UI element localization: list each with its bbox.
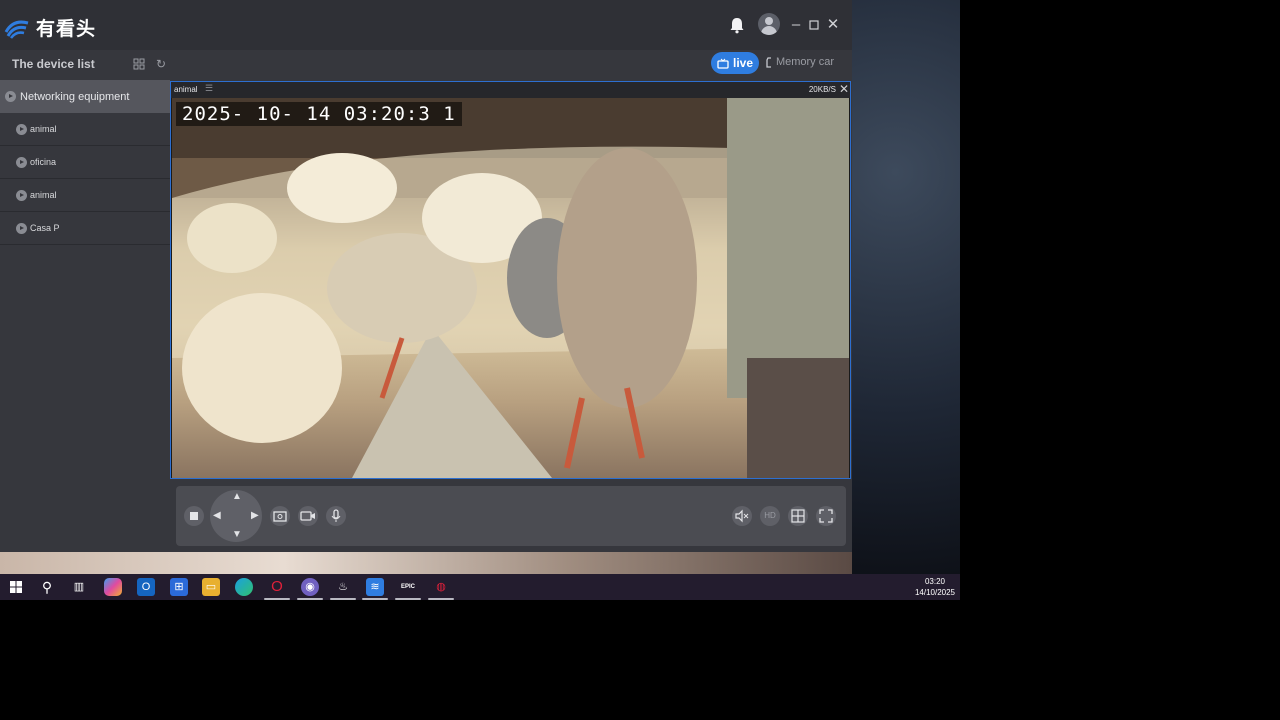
play-icon: [16, 222, 27, 234]
app-logo: 有看头: [4, 14, 96, 41]
fullscreen-button[interactable]: [816, 506, 836, 526]
edge-icon[interactable]: [235, 578, 253, 596]
record-icon: [300, 511, 315, 521]
device-group-networking[interactable]: Networking equipment: [0, 80, 170, 113]
screenshot-button[interactable]: [270, 506, 290, 526]
close-button[interactable]: ✕: [824, 16, 842, 34]
clock-time: 03:20: [924, 577, 946, 586]
osd-timestamp: 2025- 10- 14 03:20:3 1: [176, 102, 462, 126]
device-item-label: animal: [30, 190, 57, 200]
copilot-icon[interactable]: [104, 578, 122, 596]
app-window: 有看头 – ✕ The device list ↻ live Memory ca…: [0, 0, 852, 552]
camera-feed[interactable]: 2025- 10- 14 03:20:3 1: [172, 98, 849, 478]
store-icon[interactable]: ⊞: [170, 578, 188, 596]
channel-name: animal: [174, 85, 198, 94]
microphone-button[interactable]: [326, 506, 346, 526]
hd-button[interactable]: HD: [760, 506, 780, 526]
video-header: animal ☰ 20KB/S ✕: [171, 82, 850, 98]
device-list-title: The device list: [12, 57, 95, 71]
ptz-up-icon[interactable]: ▲: [232, 491, 242, 502]
ptz-dpad[interactable]: ▲ ▼ ◀ ▶: [210, 490, 262, 542]
system-clock[interactable]: 03:20 14/10/2025: [912, 576, 958, 598]
desktop-wallpaper-right: [852, 0, 960, 574]
memory-card-button[interactable]: Memory car: [766, 56, 834, 68]
device-sidebar: Networking equipment animal oficina anim…: [0, 80, 170, 552]
avatar[interactable]: [758, 13, 780, 35]
playback-controls: ▲ ▼ ◀ ▶ HD: [176, 486, 846, 546]
microphone-icon: [331, 509, 341, 522]
screenshot-icon: [273, 511, 287, 522]
outlook-icon[interactable]: O: [137, 578, 155, 596]
discord-icon[interactable]: ◉: [297, 578, 323, 600]
ptz-left-icon[interactable]: ◀: [213, 510, 221, 521]
desktop-wallpaper-strip: [0, 552, 852, 574]
device-item-label: Casa P: [30, 223, 60, 233]
device-item[interactable]: animal: [0, 113, 170, 146]
opera-icon[interactable]: O: [264, 578, 290, 600]
windows-start-icon[interactable]: [7, 578, 25, 596]
refresh-icon[interactable]: ↻: [154, 57, 168, 71]
play-icon: [16, 189, 27, 201]
tv-icon: [717, 58, 729, 69]
device-item[interactable]: animal: [0, 179, 170, 212]
app-taskbar-icon[interactable]: ≋: [362, 578, 388, 600]
taskbar: ⚲ ▥ O ⊞ ▭ O ◉ ♨ ≋ EPIC ◍ 03:20 14/10/202…: [0, 574, 960, 600]
bell-icon[interactable]: [728, 16, 746, 34]
play-icon: [16, 123, 27, 135]
device-item-label: animal: [30, 124, 57, 134]
stop-icon: [190, 512, 198, 520]
clock-date: 14/10/2025: [914, 588, 956, 597]
minimize-button[interactable]: –: [787, 16, 805, 34]
expand-icon: [5, 91, 16, 102]
logo-text: 有看头: [36, 19, 97, 40]
grid-view-icon[interactable]: [132, 57, 146, 71]
fullscreen-icon: [819, 509, 833, 523]
mute-button[interactable]: [732, 506, 752, 526]
play-icon: [16, 156, 27, 168]
toolbar: The device list ↻ live Memory car: [0, 50, 852, 80]
ptz-right-icon[interactable]: ▶: [251, 510, 259, 521]
live-button[interactable]: live: [711, 52, 759, 74]
task-view-icon[interactable]: ▥: [70, 578, 88, 596]
camera-feed-image: [172, 98, 849, 478]
grid-split-icon: [791, 509, 805, 523]
device-group-label: Networking equipment: [20, 90, 130, 103]
maximize-icon: [809, 20, 819, 30]
device-item[interactable]: oficina: [0, 146, 170, 179]
title-bar[interactable]: 有看头 – ✕: [0, 0, 852, 50]
mute-icon: [735, 509, 749, 523]
split-view-button[interactable]: [788, 506, 808, 526]
search-icon[interactable]: ⚲: [38, 578, 56, 596]
steam-icon[interactable]: ♨: [330, 578, 356, 600]
menu-icon[interactable]: ☰: [205, 83, 213, 94]
video-panel[interactable]: animal ☰ 20KB/S ✕ 2025- 10- 14 03:20:3 1: [170, 81, 851, 479]
stop-button[interactable]: [184, 506, 204, 526]
device-item[interactable]: Casa P: [0, 212, 170, 245]
epic-games-icon[interactable]: EPIC: [395, 578, 421, 600]
file-explorer-icon[interactable]: ▭: [202, 578, 220, 596]
memory-card-label: Memory car: [775, 56, 834, 68]
close-video-icon[interactable]: ✕: [839, 82, 849, 96]
bitrate-label: 20KB/S: [808, 85, 836, 94]
maximize-button[interactable]: [805, 16, 823, 34]
memory-card-icon: [766, 56, 771, 68]
ptz-down-icon[interactable]: ▼: [232, 529, 242, 540]
record-button[interactable]: [298, 506, 318, 526]
recorder-icon[interactable]: ◍: [428, 578, 454, 600]
device-item-label: oficina: [30, 157, 57, 167]
logo-icon: [4, 20, 29, 39]
live-label: live: [732, 56, 753, 70]
